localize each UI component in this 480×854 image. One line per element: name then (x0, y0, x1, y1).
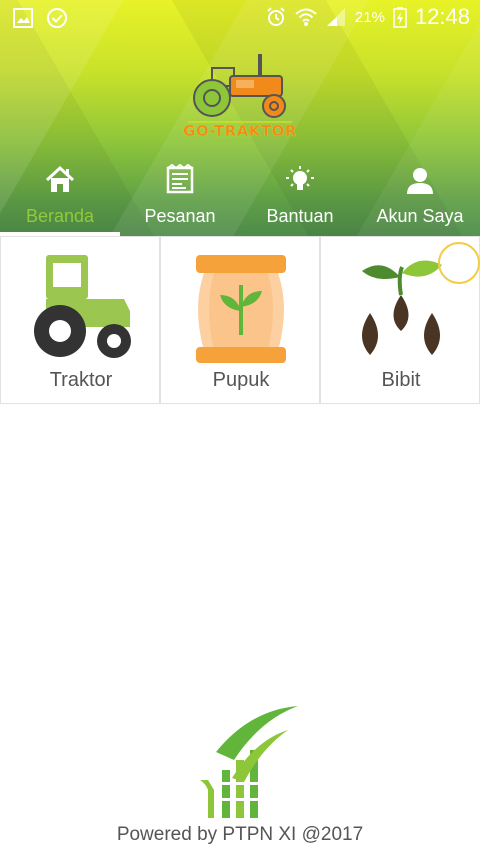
category-label: Pupuk (212, 369, 270, 391)
logo-text: GO-TRAKTOR (183, 122, 297, 140)
tab-label: Beranda (25, 206, 95, 226)
tab-beranda[interactable]: Beranda (0, 156, 120, 236)
category-label: Bibit (381, 369, 421, 391)
clock: 12:48 (414, 4, 470, 29)
tab-bantuan[interactable]: Bantuan (240, 156, 360, 236)
category-pupuk[interactable]: Pupuk (160, 236, 320, 404)
check-circle-icon (47, 8, 67, 28)
battery-percent: 21% (354, 8, 385, 26)
powered-by-text: Powered by PTPN XI @2017 (116, 824, 364, 845)
tab-label: Bantuan (266, 206, 334, 226)
tractor-icon (34, 255, 131, 358)
gallery-icon (13, 8, 33, 28)
wifi-icon (295, 8, 317, 26)
tab-akun-saya[interactable]: Akun Saya (360, 156, 480, 236)
alarm-icon (267, 7, 285, 26)
status-bar: 21% 12:48 (0, 0, 480, 36)
battery-charging-icon (393, 7, 407, 28)
category-grid: Traktor Pupuk Bibit (0, 236, 480, 404)
app-logo: GO-TRAKTOR (180, 50, 300, 145)
fertilizer-bag-icon (196, 255, 286, 363)
bottom-tab-nav: Beranda Pesanan Bantuan Akun Saya (0, 156, 480, 236)
user-icon (407, 168, 433, 194)
category-label: Traktor (49, 369, 113, 391)
lightbulb-icon (286, 166, 314, 190)
receipt-icon (166, 164, 194, 194)
category-traktor[interactable]: Traktor (0, 236, 160, 404)
home-icon (45, 165, 75, 192)
signal-icon (326, 8, 345, 26)
tractor-logo-icon (188, 54, 292, 123)
ptpn-logo-icon (200, 706, 298, 818)
tab-label: Akun Saya (376, 206, 464, 226)
tab-label: Pesanan (144, 206, 216, 226)
touch-ripple-indicator (438, 242, 480, 284)
tab-pesanan[interactable]: Pesanan (120, 156, 240, 236)
app-header: 21% 12:48 GO-TRAKTOR Beranda Pesanan Ban… (0, 0, 480, 236)
